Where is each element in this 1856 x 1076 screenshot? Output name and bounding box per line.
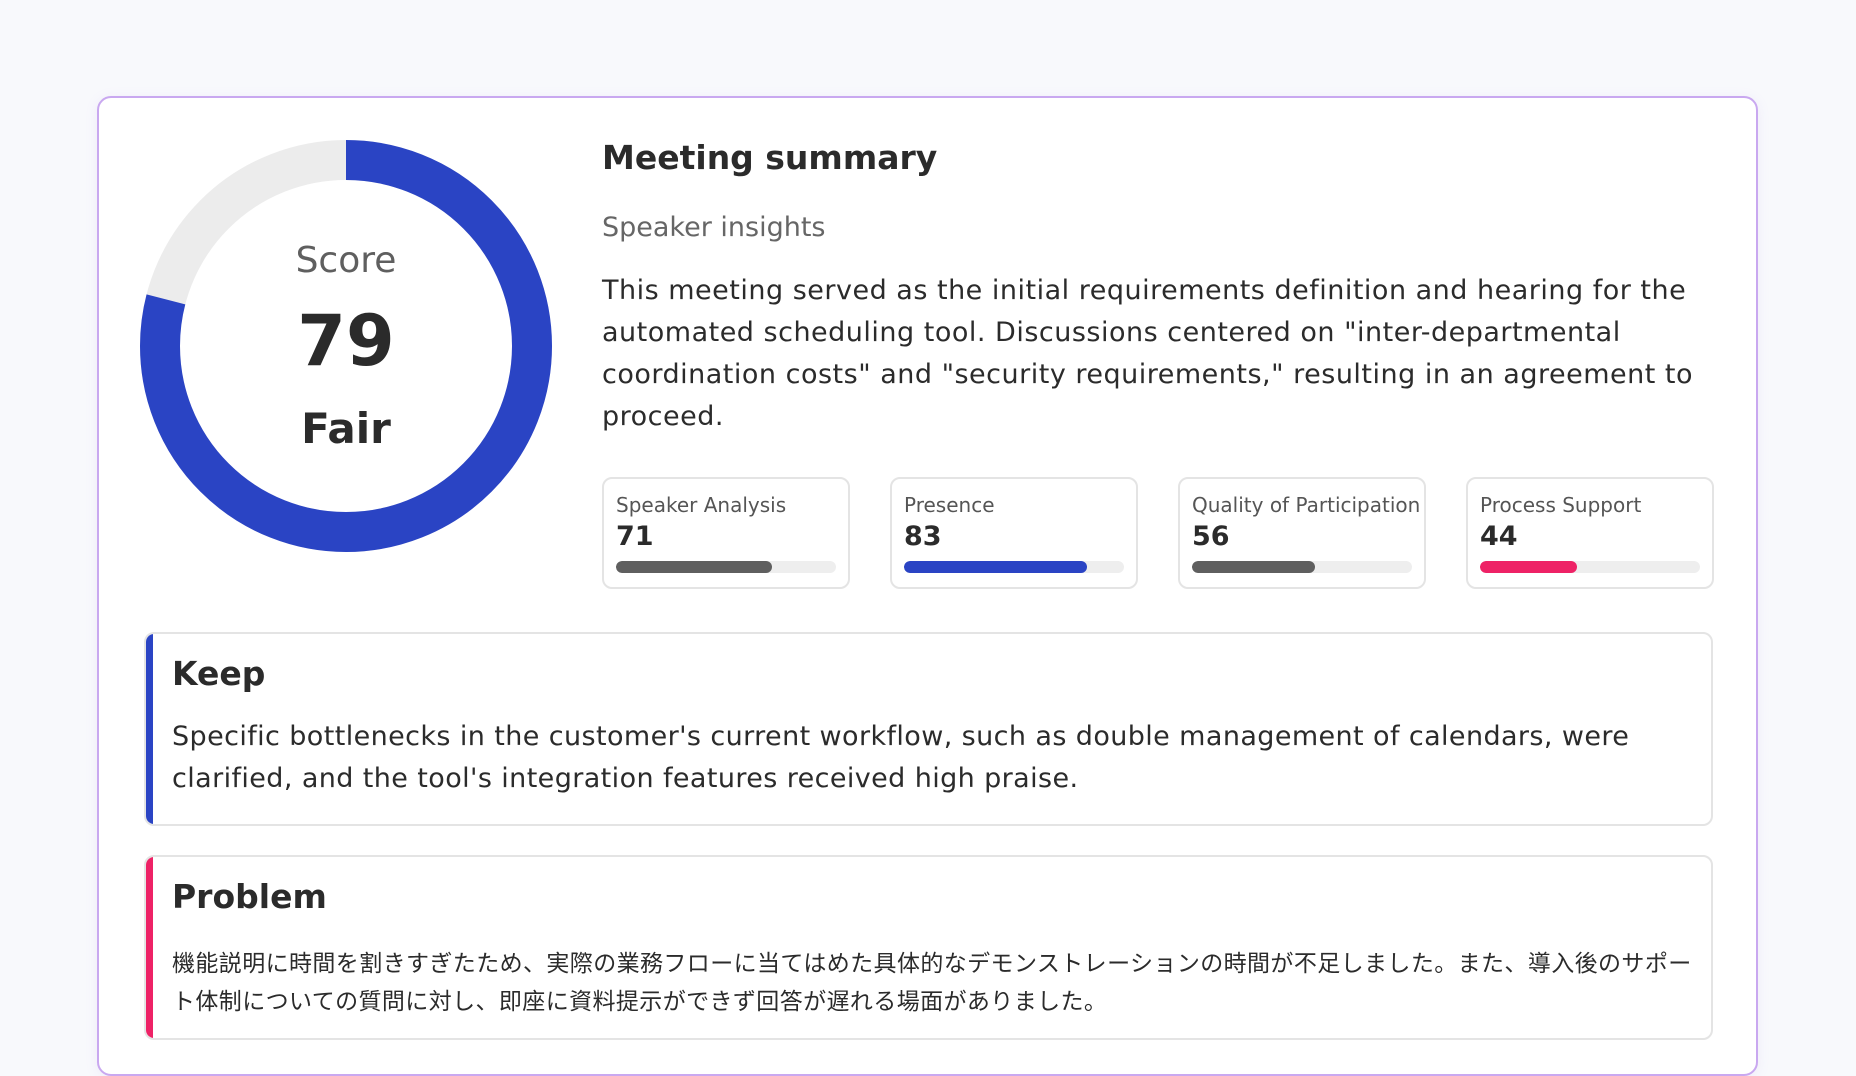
keep-title: Keep xyxy=(172,654,266,693)
metric-progress-fill xyxy=(1192,561,1316,573)
problem-text: 機能説明に時間を割きすぎたため、実際の業務フローに当てはめた具体的なデモンストレ… xyxy=(172,951,1692,1015)
keep-section: Keep Specific bottlenecks in the custome… xyxy=(144,632,1713,826)
keep-text: Specific bottlenecks in the customer's c… xyxy=(172,721,1630,794)
problem-title: Problem xyxy=(172,877,327,916)
score-value: 79 xyxy=(297,300,395,382)
problem-accent-bar xyxy=(146,857,153,1038)
metric-card-quality-of-participation: Quality of Participation 56 xyxy=(1178,477,1426,589)
metric-label: Speaker Analysis xyxy=(616,493,787,517)
metric-card-process-support: Process Support 44 xyxy=(1466,477,1714,589)
metric-progress-track xyxy=(1480,561,1700,573)
summary-text: This meeting served as the initial requi… xyxy=(602,275,1693,432)
problem-section: Problem 機能説明に時間を割きすぎたため、実際の業務フローに当てはめた具体… xyxy=(144,855,1713,1040)
score-rating: Fair xyxy=(301,404,391,453)
keep-accent-bar xyxy=(146,634,153,824)
metric-card-presence: Presence 83 xyxy=(890,477,1138,589)
score-label: Score xyxy=(295,240,397,281)
metric-label: Presence xyxy=(904,493,995,517)
metric-value: 44 xyxy=(1480,521,1518,552)
metric-card-speaker-analysis: Speaker Analysis 71 xyxy=(602,477,850,589)
metric-value: 56 xyxy=(1192,521,1230,552)
metric-progress-fill xyxy=(904,561,1087,573)
metric-progress-track xyxy=(904,561,1124,573)
metric-value: 83 xyxy=(904,521,942,552)
summary-title: Meeting summary xyxy=(602,138,938,177)
metric-progress-track xyxy=(616,561,836,573)
metric-progress-fill xyxy=(616,561,773,573)
metric-progress-fill xyxy=(1480,561,1577,573)
score-gauge: Score 79 Fair xyxy=(140,140,552,552)
metric-label: Process Support xyxy=(1480,493,1642,517)
metric-value: 71 xyxy=(616,521,654,552)
metric-label: Quality of Participation xyxy=(1192,493,1421,517)
metric-progress-track xyxy=(1192,561,1412,573)
summary-subtitle: Speaker insights xyxy=(602,212,826,243)
